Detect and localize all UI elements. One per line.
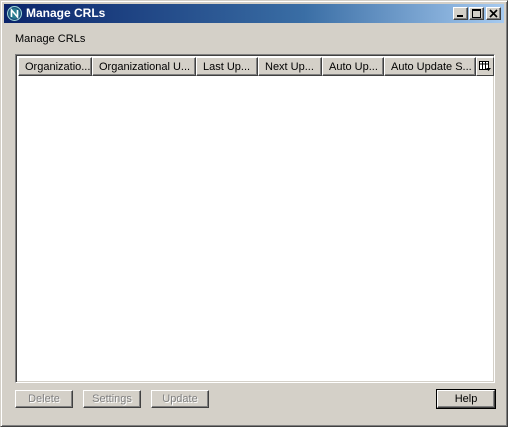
column-header-auto-update[interactable]: Auto Up... bbox=[322, 57, 384, 76]
column-header-organizational-unit[interactable]: Organizational U... bbox=[92, 57, 196, 76]
crl-list[interactable]: Organizatio... Organizational U... Last … bbox=[15, 54, 495, 383]
delete-button[interactable]: Delete bbox=[15, 390, 73, 408]
column-picker-icon bbox=[479, 61, 491, 71]
column-picker-button[interactable] bbox=[476, 57, 494, 76]
minimize-icon bbox=[457, 15, 463, 17]
column-header-next-update[interactable]: Next Up... bbox=[258, 57, 322, 76]
title-bar[interactable]: Manage CRLs bbox=[4, 4, 504, 23]
manage-crls-dialog: Manage CRLs Manage CRLs Organizatio... O… bbox=[0, 0, 508, 427]
minimize-button[interactable] bbox=[453, 7, 468, 20]
update-button[interactable]: Update bbox=[151, 390, 209, 408]
close-button[interactable] bbox=[486, 7, 501, 20]
window-title: Manage CRLs bbox=[26, 6, 106, 20]
netscape-n-icon bbox=[7, 6, 22, 21]
column-header-last-update[interactable]: Last Up... bbox=[196, 57, 258, 76]
column-header-auto-update-status[interactable]: Auto Update S... bbox=[384, 57, 476, 76]
settings-button[interactable]: Settings bbox=[83, 390, 141, 408]
maximize-button[interactable] bbox=[469, 7, 484, 20]
maximize-icon bbox=[472, 9, 481, 18]
list-header: Organizatio... Organizational U... Last … bbox=[18, 57, 494, 76]
help-button[interactable]: Help bbox=[436, 389, 496, 409]
close-icon bbox=[489, 9, 498, 18]
manage-crls-label: Manage CRLs bbox=[15, 33, 86, 45]
column-header-organization[interactable]: Organizatio... bbox=[18, 57, 92, 76]
